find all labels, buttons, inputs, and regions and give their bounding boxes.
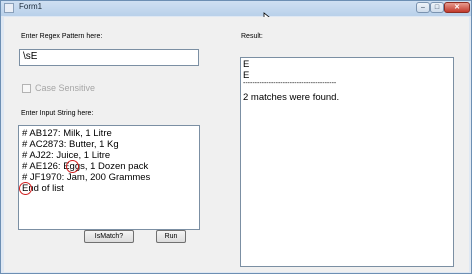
input-line: # AJ22: Juice, 1 Litre bbox=[22, 150, 111, 161]
case-sensitive-checkbox[interactable] bbox=[22, 84, 31, 93]
ismatch-button[interactable]: IsMatch? bbox=[84, 230, 134, 243]
input-string-label: Enter Input String here: bbox=[21, 110, 94, 117]
input-line: # AC2873: Butter, 1 Kg bbox=[22, 139, 119, 150]
input-string-textarea[interactable]: # AB127: Milk, 1 Litre # AC2873: Butter,… bbox=[18, 125, 200, 230]
result-line: 2 matches were found. bbox=[243, 92, 340, 103]
input-line: # JF1970: Jam, 200 Grammes bbox=[22, 172, 151, 183]
app-icon bbox=[4, 3, 14, 13]
title-bar[interactable]: Form1 – □ ✕ bbox=[1, 1, 471, 16]
maximize-button[interactable]: □ bbox=[430, 2, 444, 13]
close-button[interactable]: ✕ bbox=[444, 2, 470, 13]
case-sensitive-label: Case Sensitive bbox=[35, 83, 96, 93]
result-label: Result: bbox=[241, 33, 263, 40]
result-line: E bbox=[243, 59, 250, 70]
form-client-area: Enter Regex Pattern here: \sE Case Sensi… bbox=[4, 17, 469, 272]
input-line: # AE126: Eggs, 1 Dozen pack bbox=[22, 161, 149, 172]
run-button[interactable]: Run bbox=[156, 230, 186, 243]
result-textarea[interactable]: E E ------------------------------------… bbox=[240, 57, 454, 267]
regex-pattern-label: Enter Regex Pattern here: bbox=[21, 33, 103, 40]
input-line: # AB127: Milk, 1 Litre bbox=[22, 128, 112, 139]
regex-pattern-value: \sE bbox=[23, 51, 38, 62]
window-title: Form1 bbox=[19, 2, 43, 11]
match-highlight-circle bbox=[66, 160, 79, 173]
regex-pattern-input[interactable]: \sE bbox=[19, 49, 199, 66]
app-window: Form1 – □ ✕ Enter Regex Pattern here: \s… bbox=[0, 0, 472, 274]
result-separator: ---------------------------------------- bbox=[243, 80, 337, 87]
match-highlight-circle bbox=[19, 182, 32, 195]
minimize-button[interactable]: – bbox=[416, 2, 430, 13]
